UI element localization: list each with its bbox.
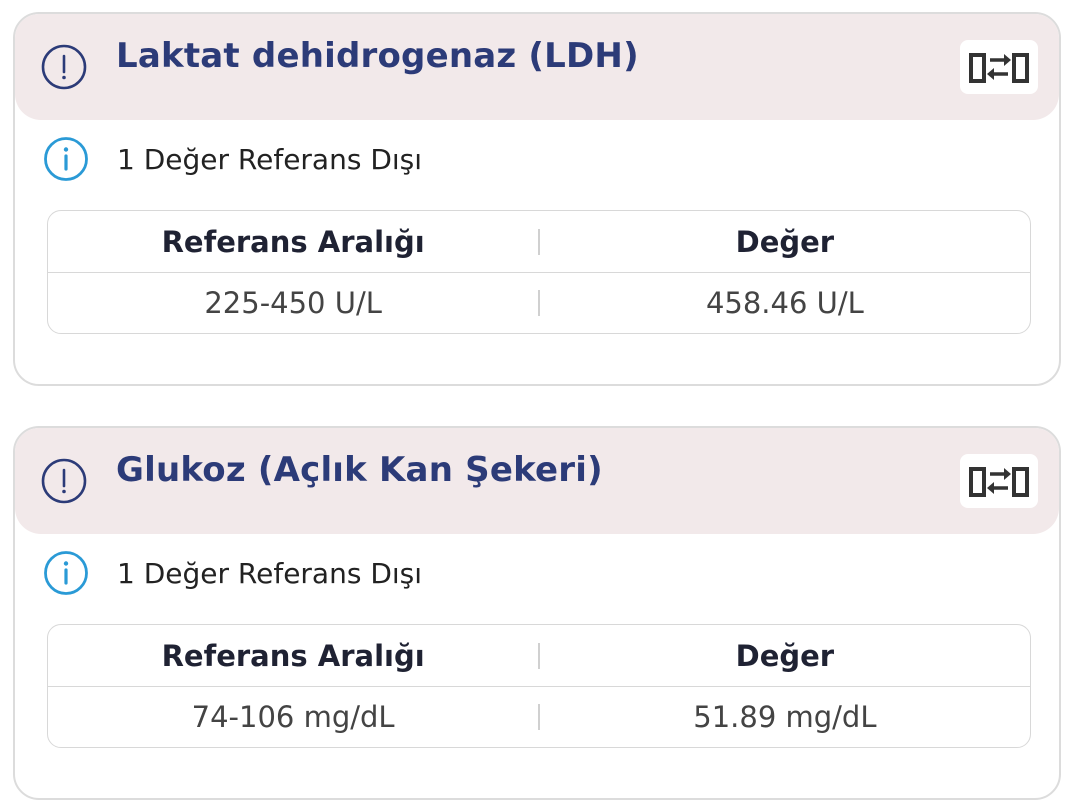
card-header: Laktat dehidrogenaz (LDH)	[15, 14, 1059, 120]
header-reference-range: Referans Aralığı	[161, 224, 425, 259]
out-of-range-info: 1 Değer Referans Dışı	[43, 550, 422, 596]
info-circle-icon	[44, 137, 88, 181]
compare-button[interactable]	[960, 454, 1038, 508]
result-value: 51.89 mg/dL	[693, 699, 877, 734]
table-row: 74-106 mg/dL 51.89 mg/dL	[48, 686, 1030, 747]
info-text: 1 Değer Referans Dışı	[117, 142, 423, 176]
table-row: 225-450 U/L 458.46 U/L	[48, 272, 1030, 333]
card-title: Laktat dehidrogenaz (LDH)	[116, 36, 639, 76]
header-reference-range: Referans Aralığı	[161, 638, 425, 673]
header-value: Değer	[735, 638, 835, 673]
exclamation-circle-icon	[41, 458, 87, 504]
result-card-glucose: Glukoz (Açlık Kan Şekeri) 1 Değer Refera…	[13, 426, 1061, 800]
reference-table: Referans Aralığı Değer 74-106 mg/dL 51.8…	[47, 624, 1031, 748]
result-value: 458.46 U/L	[705, 285, 864, 320]
reference-range-value: 225-450 U/L	[204, 285, 382, 320]
compare-swap-icon	[969, 53, 1029, 83]
info-circle-icon	[44, 551, 88, 595]
reference-range-value: 74-106 mg/dL	[191, 699, 395, 734]
result-card-ldh: Laktat dehidrogenaz (LDH) 1 Değer Refera…	[13, 12, 1061, 386]
compare-swap-icon	[969, 467, 1029, 497]
card-header: Glukoz (Açlık Kan Şekeri)	[15, 428, 1059, 534]
exclamation-circle-icon	[41, 44, 87, 90]
table-header-row: Referans Aralığı Değer	[48, 211, 1030, 273]
reference-table: Referans Aralığı Değer 225-450 U/L 458.4…	[47, 210, 1031, 334]
info-text: 1 Değer Referans Dışı	[117, 556, 423, 590]
table-header-row: Referans Aralığı Değer	[48, 625, 1030, 687]
header-value: Değer	[735, 224, 835, 259]
compare-button[interactable]	[960, 40, 1038, 94]
out-of-range-info: 1 Değer Referans Dışı	[43, 136, 422, 182]
card-title: Glukoz (Açlık Kan Şekeri)	[116, 450, 603, 490]
